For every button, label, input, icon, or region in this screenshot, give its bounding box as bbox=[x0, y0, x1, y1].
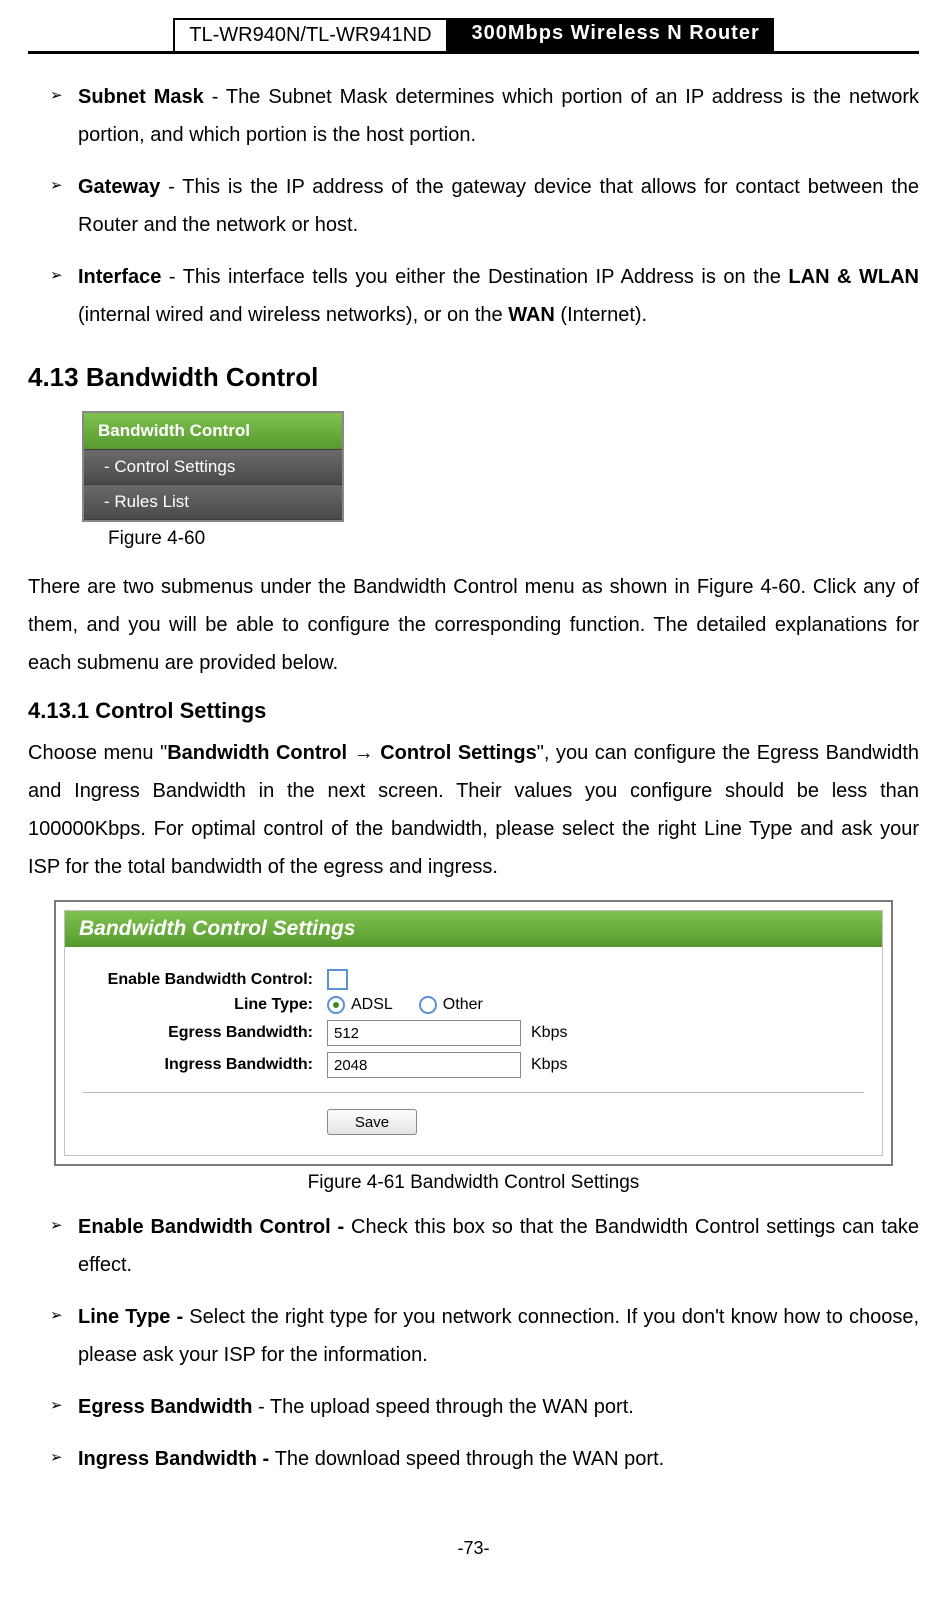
unit-label: Kbps bbox=[531, 1056, 567, 1074]
page-header: TL-WR940N/TL-WR941ND 300Mbps Wireless N … bbox=[28, 18, 919, 54]
field-row-linetype: Line Type: ADSL Other bbox=[83, 996, 864, 1014]
menu-screenshot: Bandwidth Control - Control Settings - R… bbox=[82, 411, 344, 522]
term: Ingress Bandwidth - bbox=[78, 1448, 275, 1470]
label-linetype: Line Type: bbox=[83, 996, 327, 1014]
term: Line Type - bbox=[78, 1306, 189, 1328]
definition-text: (Internet). bbox=[555, 304, 647, 326]
definition-text: - The Subnet Mask determines which porti… bbox=[78, 86, 919, 146]
header-model: TL-WR940N/TL-WR941ND bbox=[173, 18, 447, 51]
label-ingress: Ingress Bandwidth: bbox=[83, 1056, 327, 1074]
menu-item: - Rules List bbox=[84, 485, 342, 520]
ingress-input[interactable] bbox=[327, 1052, 521, 1078]
radio-other[interactable] bbox=[419, 996, 437, 1014]
field-row-egress: Egress Bandwidth: Kbps bbox=[83, 1020, 864, 1046]
list-item: Enable Bandwidth Control - Check this bo… bbox=[50, 1208, 919, 1284]
paragraph: There are two submenus under the Bandwid… bbox=[28, 568, 919, 682]
divider bbox=[83, 1092, 864, 1093]
term: Interface bbox=[78, 266, 161, 288]
figure-caption: Figure 4-60 bbox=[108, 528, 919, 550]
menu-header: Bandwidth Control bbox=[84, 413, 342, 450]
text: Choose menu " bbox=[28, 742, 167, 764]
term: Gateway bbox=[78, 176, 160, 198]
list-item: Egress Bandwidth - The upload speed thro… bbox=[50, 1388, 919, 1426]
figure-caption: Figure 4-61 Bandwidth Control Settings bbox=[28, 1172, 919, 1194]
definition-text: (internal wired and wireless networks), … bbox=[78, 304, 508, 326]
header-product: 300Mbps Wireless N Router bbox=[448, 18, 774, 51]
menu-item: - Control Settings bbox=[84, 450, 342, 485]
radio-other-label: Other bbox=[443, 996, 483, 1014]
list-item: Ingress Bandwidth - The download speed t… bbox=[50, 1440, 919, 1478]
panel-title: Bandwidth Control Settings bbox=[65, 911, 882, 947]
paragraph: Choose menu "Bandwidth Control → Control… bbox=[28, 734, 919, 886]
field-row-enable: Enable Bandwidth Control: bbox=[83, 969, 864, 990]
unit-label: Kbps bbox=[531, 1024, 567, 1042]
field-row-ingress: Ingress Bandwidth: Kbps bbox=[83, 1052, 864, 1078]
definition-text: - This interface tells you either the De… bbox=[161, 266, 788, 288]
definition-text: The download speed through the WAN port. bbox=[275, 1448, 665, 1470]
subsection-heading: 4.13.1 Control Settings bbox=[28, 698, 919, 724]
definition-text: Select the right type for you network co… bbox=[78, 1306, 919, 1366]
enable-checkbox[interactable] bbox=[327, 969, 348, 990]
term-inline: LAN & WLAN bbox=[788, 266, 919, 288]
label-enable: Enable Bandwidth Control: bbox=[83, 971, 327, 989]
definition-list-bottom: Enable Bandwidth Control - Check this bo… bbox=[28, 1208, 919, 1478]
term-inline: WAN bbox=[508, 304, 555, 326]
list-item: Gateway - This is the IP address of the … bbox=[50, 168, 919, 244]
term: Subnet Mask bbox=[78, 86, 204, 108]
definition-text: - The upload speed through the WAN port. bbox=[252, 1396, 633, 1418]
term: Egress Bandwidth bbox=[78, 1396, 252, 1418]
list-item: Line Type - Select the right type for yo… bbox=[50, 1298, 919, 1374]
definition-list-top: Subnet Mask - The Subnet Mask determines… bbox=[28, 78, 919, 334]
list-item: Subnet Mask - The Subnet Mask determines… bbox=[50, 78, 919, 154]
menu-path: Bandwidth Control → Control Settings bbox=[167, 742, 537, 764]
radio-adsl[interactable] bbox=[327, 996, 345, 1014]
page-number: -73- bbox=[28, 1538, 919, 1559]
list-item: Interface - This interface tells you eit… bbox=[50, 258, 919, 334]
radio-adsl-label: ADSL bbox=[351, 996, 393, 1014]
section-heading: 4.13 Bandwidth Control bbox=[28, 362, 919, 393]
label-egress: Egress Bandwidth: bbox=[83, 1024, 327, 1042]
term: Enable Bandwidth Control - bbox=[78, 1216, 351, 1238]
save-button[interactable]: Save bbox=[327, 1109, 417, 1135]
egress-input[interactable] bbox=[327, 1020, 521, 1046]
definition-text: - This is the IP address of the gateway … bbox=[78, 176, 919, 236]
settings-panel-screenshot: Bandwidth Control Settings Enable Bandwi… bbox=[54, 900, 893, 1166]
